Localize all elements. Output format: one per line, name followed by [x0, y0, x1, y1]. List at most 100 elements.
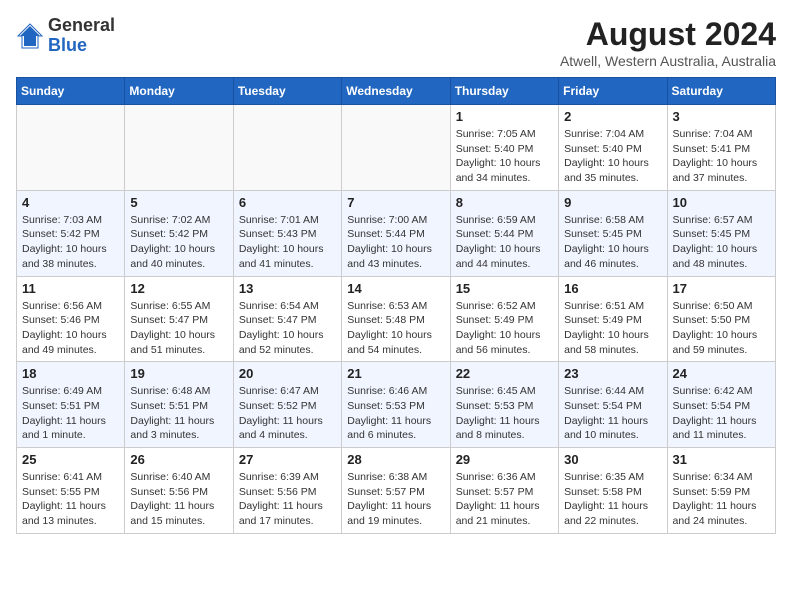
calendar-cell: 26 Sunrise: 6:40 AM Sunset: 5:56 PM Dayli… — [125, 448, 233, 534]
calendar-cell: 4 Sunrise: 7:03 AM Sunset: 5:42 PM Daylig… — [17, 190, 125, 276]
cell-info: Sunrise: 6:57 AM Sunset: 5:45 PM Dayligh… — [673, 213, 770, 272]
cell-info: Sunrise: 6:53 AM Sunset: 5:48 PM Dayligh… — [347, 299, 444, 358]
calendar-cell: 13Sunrise: 6:54 AM Sunset: 5:47 PM Dayli… — [233, 276, 341, 362]
day-number: 14 — [347, 281, 444, 296]
cell-info: Sunrise: 6:55 AM Sunset: 5:47 PM Dayligh… — [130, 299, 227, 358]
cell-info: Sunrise: 6:56 AM Sunset: 5:46 PM Dayligh… — [22, 299, 119, 358]
calendar-header: SundayMondayTuesdayWednesdayThursdayFrid… — [17, 78, 776, 105]
calendar-cell: 9Sunrise: 6:58 AM Sunset: 5:45 PM Daylig… — [559, 190, 667, 276]
calendar-cell: 24 Sunrise: 6:42 AM Sunset: 5:54 PM Dayli… — [667, 362, 775, 448]
day-number: 19 — [130, 366, 227, 381]
day-number: 8 — [456, 195, 553, 210]
day-number: 29 — [456, 452, 553, 467]
day-number: 28 — [347, 452, 444, 467]
calendar-cell: 14 Sunrise: 6:53 AM Sunset: 5:48 PM Dayli… — [342, 276, 450, 362]
month-year: August 2024 — [560, 16, 776, 53]
day-number: 26 — [130, 452, 227, 467]
day-number: 27 — [239, 452, 336, 467]
calendar-cell: 21 Sunrise: 6:46 AM Sunset: 5:53 PM Dayli… — [342, 362, 450, 448]
day-number: 25 — [22, 452, 119, 467]
logo-icon — [16, 22, 44, 50]
cell-info: Sunrise: 6:51 AM Sunset: 5:49 PM Dayligh… — [564, 299, 661, 358]
day-number: 20 — [239, 366, 336, 381]
day-number: 11 — [22, 281, 119, 296]
calendar-cell: 17 Sunrise: 6:50 AM Sunset: 5:50 PM Dayli… — [667, 276, 775, 362]
weekday-header-tuesday: Tuesday — [233, 78, 341, 105]
location: Atwell, Western Australia, Australia — [560, 53, 776, 69]
weekday-header-friday: Friday — [559, 78, 667, 105]
title-block: August 2024 Atwell, Western Australia, A… — [560, 16, 776, 69]
cell-info: Sunrise: 6:54 AM Sunset: 5:47 PM Dayligh… — [239, 299, 336, 358]
day-number: 24 — [673, 366, 770, 381]
day-number: 30 — [564, 452, 661, 467]
logo-text: General Blue — [48, 16, 115, 56]
cell-info: Sunrise: 6:45 AM Sunset: 5:53 PM Dayligh… — [456, 384, 553, 443]
weekday-header-thursday: Thursday — [450, 78, 558, 105]
cell-info: Sunrise: 6:38 AM Sunset: 5:57 PM Dayligh… — [347, 470, 444, 529]
cell-info: Sunrise: 7:03 AM Sunset: 5:42 PM Dayligh… — [22, 213, 119, 272]
weekday-header-monday: Monday — [125, 78, 233, 105]
calendar-cell: 8 Sunrise: 6:59 AM Sunset: 5:44 PM Daylig… — [450, 190, 558, 276]
day-number: 9 — [564, 195, 661, 210]
cell-info: Sunrise: 6:47 AM Sunset: 5:52 PM Dayligh… — [239, 384, 336, 443]
cell-info: Sunrise: 6:46 AM Sunset: 5:53 PM Dayligh… — [347, 384, 444, 443]
calendar-cell: 31Sunrise: 6:34 AM Sunset: 5:59 PM Dayli… — [667, 448, 775, 534]
calendar-cell: 16Sunrise: 6:51 AM Sunset: 5:49 PM Dayli… — [559, 276, 667, 362]
cell-info: Sunrise: 6:50 AM Sunset: 5:50 PM Dayligh… — [673, 299, 770, 358]
page-header: General Blue August 2024 Atwell, Western… — [16, 16, 776, 69]
cell-info: Sunrise: 6:40 AM Sunset: 5:56 PM Dayligh… — [130, 470, 227, 529]
calendar-cell: 23Sunrise: 6:44 AM Sunset: 5:54 PM Dayli… — [559, 362, 667, 448]
cell-info: Sunrise: 6:36 AM Sunset: 5:57 PM Dayligh… — [456, 470, 553, 529]
day-number: 3 — [673, 109, 770, 124]
calendar-cell — [125, 105, 233, 191]
logo: General Blue — [16, 16, 115, 56]
day-number: 7 — [347, 195, 444, 210]
calendar-table: SundayMondayTuesdayWednesdayThursdayFrid… — [16, 77, 776, 534]
day-number: 21 — [347, 366, 444, 381]
calendar-cell — [342, 105, 450, 191]
cell-info: Sunrise: 6:34 AM Sunset: 5:59 PM Dayligh… — [673, 470, 770, 529]
cell-info: Sunrise: 6:52 AM Sunset: 5:49 PM Dayligh… — [456, 299, 553, 358]
cell-info: Sunrise: 6:41 AM Sunset: 5:55 PM Dayligh… — [22, 470, 119, 529]
day-number: 23 — [564, 366, 661, 381]
day-number: 5 — [130, 195, 227, 210]
cell-info: Sunrise: 7:04 AM Sunset: 5:41 PM Dayligh… — [673, 127, 770, 186]
calendar-cell: 22 Sunrise: 6:45 AM Sunset: 5:53 PM Dayli… — [450, 362, 558, 448]
day-number: 15 — [456, 281, 553, 296]
day-number: 22 — [456, 366, 553, 381]
calendar-cell: 7 Sunrise: 7:00 AM Sunset: 5:44 PM Daylig… — [342, 190, 450, 276]
calendar-cell: 2 Sunrise: 7:04 AM Sunset: 5:40 PM Daylig… — [559, 105, 667, 191]
calendar-body: 1 Sunrise: 7:05 AM Sunset: 5:40 PM Daylig… — [17, 105, 776, 534]
calendar-week-5: 25 Sunrise: 6:41 AM Sunset: 5:55 PM Dayli… — [17, 448, 776, 534]
calendar-cell: 15 Sunrise: 6:52 AM Sunset: 5:49 PM Dayli… — [450, 276, 558, 362]
day-number: 17 — [673, 281, 770, 296]
cell-info: Sunrise: 6:39 AM Sunset: 5:56 PM Dayligh… — [239, 470, 336, 529]
cell-info: Sunrise: 7:04 AM Sunset: 5:40 PM Dayligh… — [564, 127, 661, 186]
calendar-cell: 18 Sunrise: 6:49 AM Sunset: 5:51 PM Dayli… — [17, 362, 125, 448]
calendar-cell: 10Sunrise: 6:57 AM Sunset: 5:45 PM Dayli… — [667, 190, 775, 276]
calendar-week-4: 18 Sunrise: 6:49 AM Sunset: 5:51 PM Dayli… — [17, 362, 776, 448]
cell-info: Sunrise: 6:42 AM Sunset: 5:54 PM Dayligh… — [673, 384, 770, 443]
calendar-cell: 27 Sunrise: 6:39 AM Sunset: 5:56 PM Dayli… — [233, 448, 341, 534]
calendar-week-3: 11 Sunrise: 6:56 AM Sunset: 5:46 PM Dayli… — [17, 276, 776, 362]
day-number: 6 — [239, 195, 336, 210]
calendar-cell — [17, 105, 125, 191]
cell-info: Sunrise: 6:48 AM Sunset: 5:51 PM Dayligh… — [130, 384, 227, 443]
cell-info: Sunrise: 7:05 AM Sunset: 5:40 PM Dayligh… — [456, 127, 553, 186]
weekday-header-saturday: Saturday — [667, 78, 775, 105]
day-number: 1 — [456, 109, 553, 124]
calendar-cell: 19 Sunrise: 6:48 AM Sunset: 5:51 PM Dayli… — [125, 362, 233, 448]
cell-info: Sunrise: 6:59 AM Sunset: 5:44 PM Dayligh… — [456, 213, 553, 272]
calendar-cell: 25 Sunrise: 6:41 AM Sunset: 5:55 PM Dayli… — [17, 448, 125, 534]
cell-info: Sunrise: 7:00 AM Sunset: 5:44 PM Dayligh… — [347, 213, 444, 272]
day-number: 2 — [564, 109, 661, 124]
calendar-cell: 5Sunrise: 7:02 AM Sunset: 5:42 PM Daylig… — [125, 190, 233, 276]
day-number: 4 — [22, 195, 119, 210]
weekday-header-wednesday: Wednesday — [342, 78, 450, 105]
day-number: 18 — [22, 366, 119, 381]
cell-info: Sunrise: 6:49 AM Sunset: 5:51 PM Dayligh… — [22, 384, 119, 443]
calendar-week-2: 4 Sunrise: 7:03 AM Sunset: 5:42 PM Daylig… — [17, 190, 776, 276]
calendar-cell: 20 Sunrise: 6:47 AM Sunset: 5:52 PM Dayli… — [233, 362, 341, 448]
calendar-cell: 6Sunrise: 7:01 AM Sunset: 5:43 PM Daylig… — [233, 190, 341, 276]
calendar-cell: 29 Sunrise: 6:36 AM Sunset: 5:57 PM Dayli… — [450, 448, 558, 534]
